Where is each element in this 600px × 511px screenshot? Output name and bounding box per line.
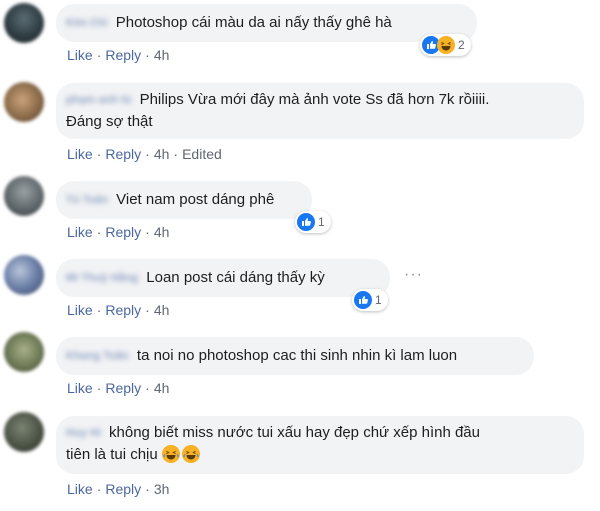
comment-actions: Like · Reply · 4h	[67, 47, 169, 63]
avatar[interactable]	[4, 82, 44, 122]
separator: ·	[145, 47, 150, 63]
comment-text-line-1: không biết miss nước tui xấu hay đẹp chứ…	[109, 424, 480, 441]
comment-text: Viet nam post dáng phê	[116, 191, 275, 208]
reaction-count: 1	[318, 215, 325, 229]
timestamp[interactable]: 3h	[154, 481, 170, 497]
comment-author[interactable]: Tú Tuấn	[66, 189, 108, 211]
separator: ·	[145, 302, 150, 318]
comment-bubble: Mi Thuỳ Hằng Loan post cái dáng thấy kỳ	[56, 259, 390, 297]
comment-text: Loan post cái dáng thấy kỳ	[146, 269, 325, 286]
timestamp[interactable]: 4h	[154, 47, 170, 63]
like-icon	[297, 213, 315, 231]
comment-author[interactable]: phạm anh tú	[66, 89, 131, 111]
edited-label[interactable]: Edited	[182, 146, 222, 162]
comment-actions: Like · Reply · 4h	[67, 302, 169, 318]
comment-actions: Like · Reply · 3h	[67, 481, 169, 497]
reaction-summary[interactable]: 1	[352, 289, 388, 311]
separator: ·	[96, 380, 102, 396]
reply-link[interactable]: Reply	[105, 380, 141, 396]
haha-icon	[161, 445, 180, 463]
comment-author[interactable]: Kim Chi	[66, 12, 108, 34]
timestamp[interactable]: 4h	[154, 224, 170, 240]
comment-actions: Like · Reply · 4h	[67, 224, 169, 240]
like-icon	[354, 291, 372, 309]
separator: ·	[173, 146, 179, 162]
like-link[interactable]: Like	[67, 380, 93, 396]
reaction-summary[interactable]: 1	[295, 211, 331, 233]
haha-icon	[181, 445, 200, 463]
comment-text: Photoshop cái màu da ai nấy thấy ghê hà	[115, 14, 392, 31]
like-link[interactable]: Like	[67, 47, 93, 63]
separator: ·	[96, 302, 102, 318]
reply-link[interactable]: Reply	[105, 146, 141, 162]
timestamp[interactable]: 4h	[154, 380, 170, 396]
reaction-count: 1	[375, 293, 382, 307]
separator: ·	[96, 146, 102, 162]
separator: ·	[96, 481, 102, 497]
reply-link[interactable]: Reply	[105, 302, 141, 318]
separator: ·	[145, 224, 150, 240]
more-options-icon[interactable]: ···	[404, 266, 423, 284]
avatar[interactable]	[4, 332, 44, 372]
avatar[interactable]	[4, 255, 44, 295]
separator: ·	[96, 224, 102, 240]
comment-bubble: Huy Hi không biết miss nước tui xấu hay …	[56, 416, 584, 474]
avatar[interactable]	[4, 412, 44, 452]
like-link[interactable]: Like	[67, 302, 93, 318]
like-link[interactable]: Like	[67, 224, 93, 240]
comment-bubble: Tú Tuấn Viet nam post dáng phê	[56, 181, 312, 219]
comment-author[interactable]: Mi Thuỳ Hằng	[66, 267, 138, 289]
haha-icon	[437, 36, 455, 54]
comment-author[interactable]: Huy Hi	[66, 422, 101, 444]
separator: ·	[145, 146, 150, 162]
avatar[interactable]	[4, 3, 44, 43]
reply-link[interactable]: Reply	[105, 224, 141, 240]
comment-text-line-2: tiên là tui chịu	[66, 446, 158, 463]
separator: ·	[145, 380, 150, 396]
separator: ·	[96, 47, 102, 63]
comment-author[interactable]: Khang Tuấn	[66, 345, 129, 367]
timestamp[interactable]: 4h	[154, 146, 170, 162]
comment-text-line-2: Đáng sợ thật	[66, 113, 153, 130]
reaction-count: 2	[458, 38, 465, 52]
avatar[interactable]	[4, 176, 44, 216]
comment-bubble: Kim Chi Photoshop cái màu da ai nấy thấy…	[56, 4, 477, 42]
comment-actions: Like · Reply · 4h	[67, 380, 169, 396]
comment-bubble: phạm anh tú Philips Vừa mới đây mà ảnh v…	[56, 83, 584, 139]
timestamp[interactable]: 4h	[154, 302, 170, 318]
like-link[interactable]: Like	[67, 481, 93, 497]
separator: ·	[145, 481, 150, 497]
comment-text: ta noi no photoshop cac thi sinh nhin kì…	[136, 347, 458, 364]
comment-actions: Like · Reply · 4h · Edited	[67, 146, 222, 162]
reply-link[interactable]: Reply	[105, 47, 141, 63]
reply-link[interactable]: Reply	[105, 481, 141, 497]
reaction-summary[interactable]: 2	[420, 34, 471, 56]
like-link[interactable]: Like	[67, 146, 93, 162]
comment-text-line-1: Philips Vừa mới đây mà ảnh vote Ss đã hơ…	[139, 91, 490, 108]
comment-bubble: Khang Tuấn ta noi no photoshop cac thi s…	[56, 337, 534, 375]
